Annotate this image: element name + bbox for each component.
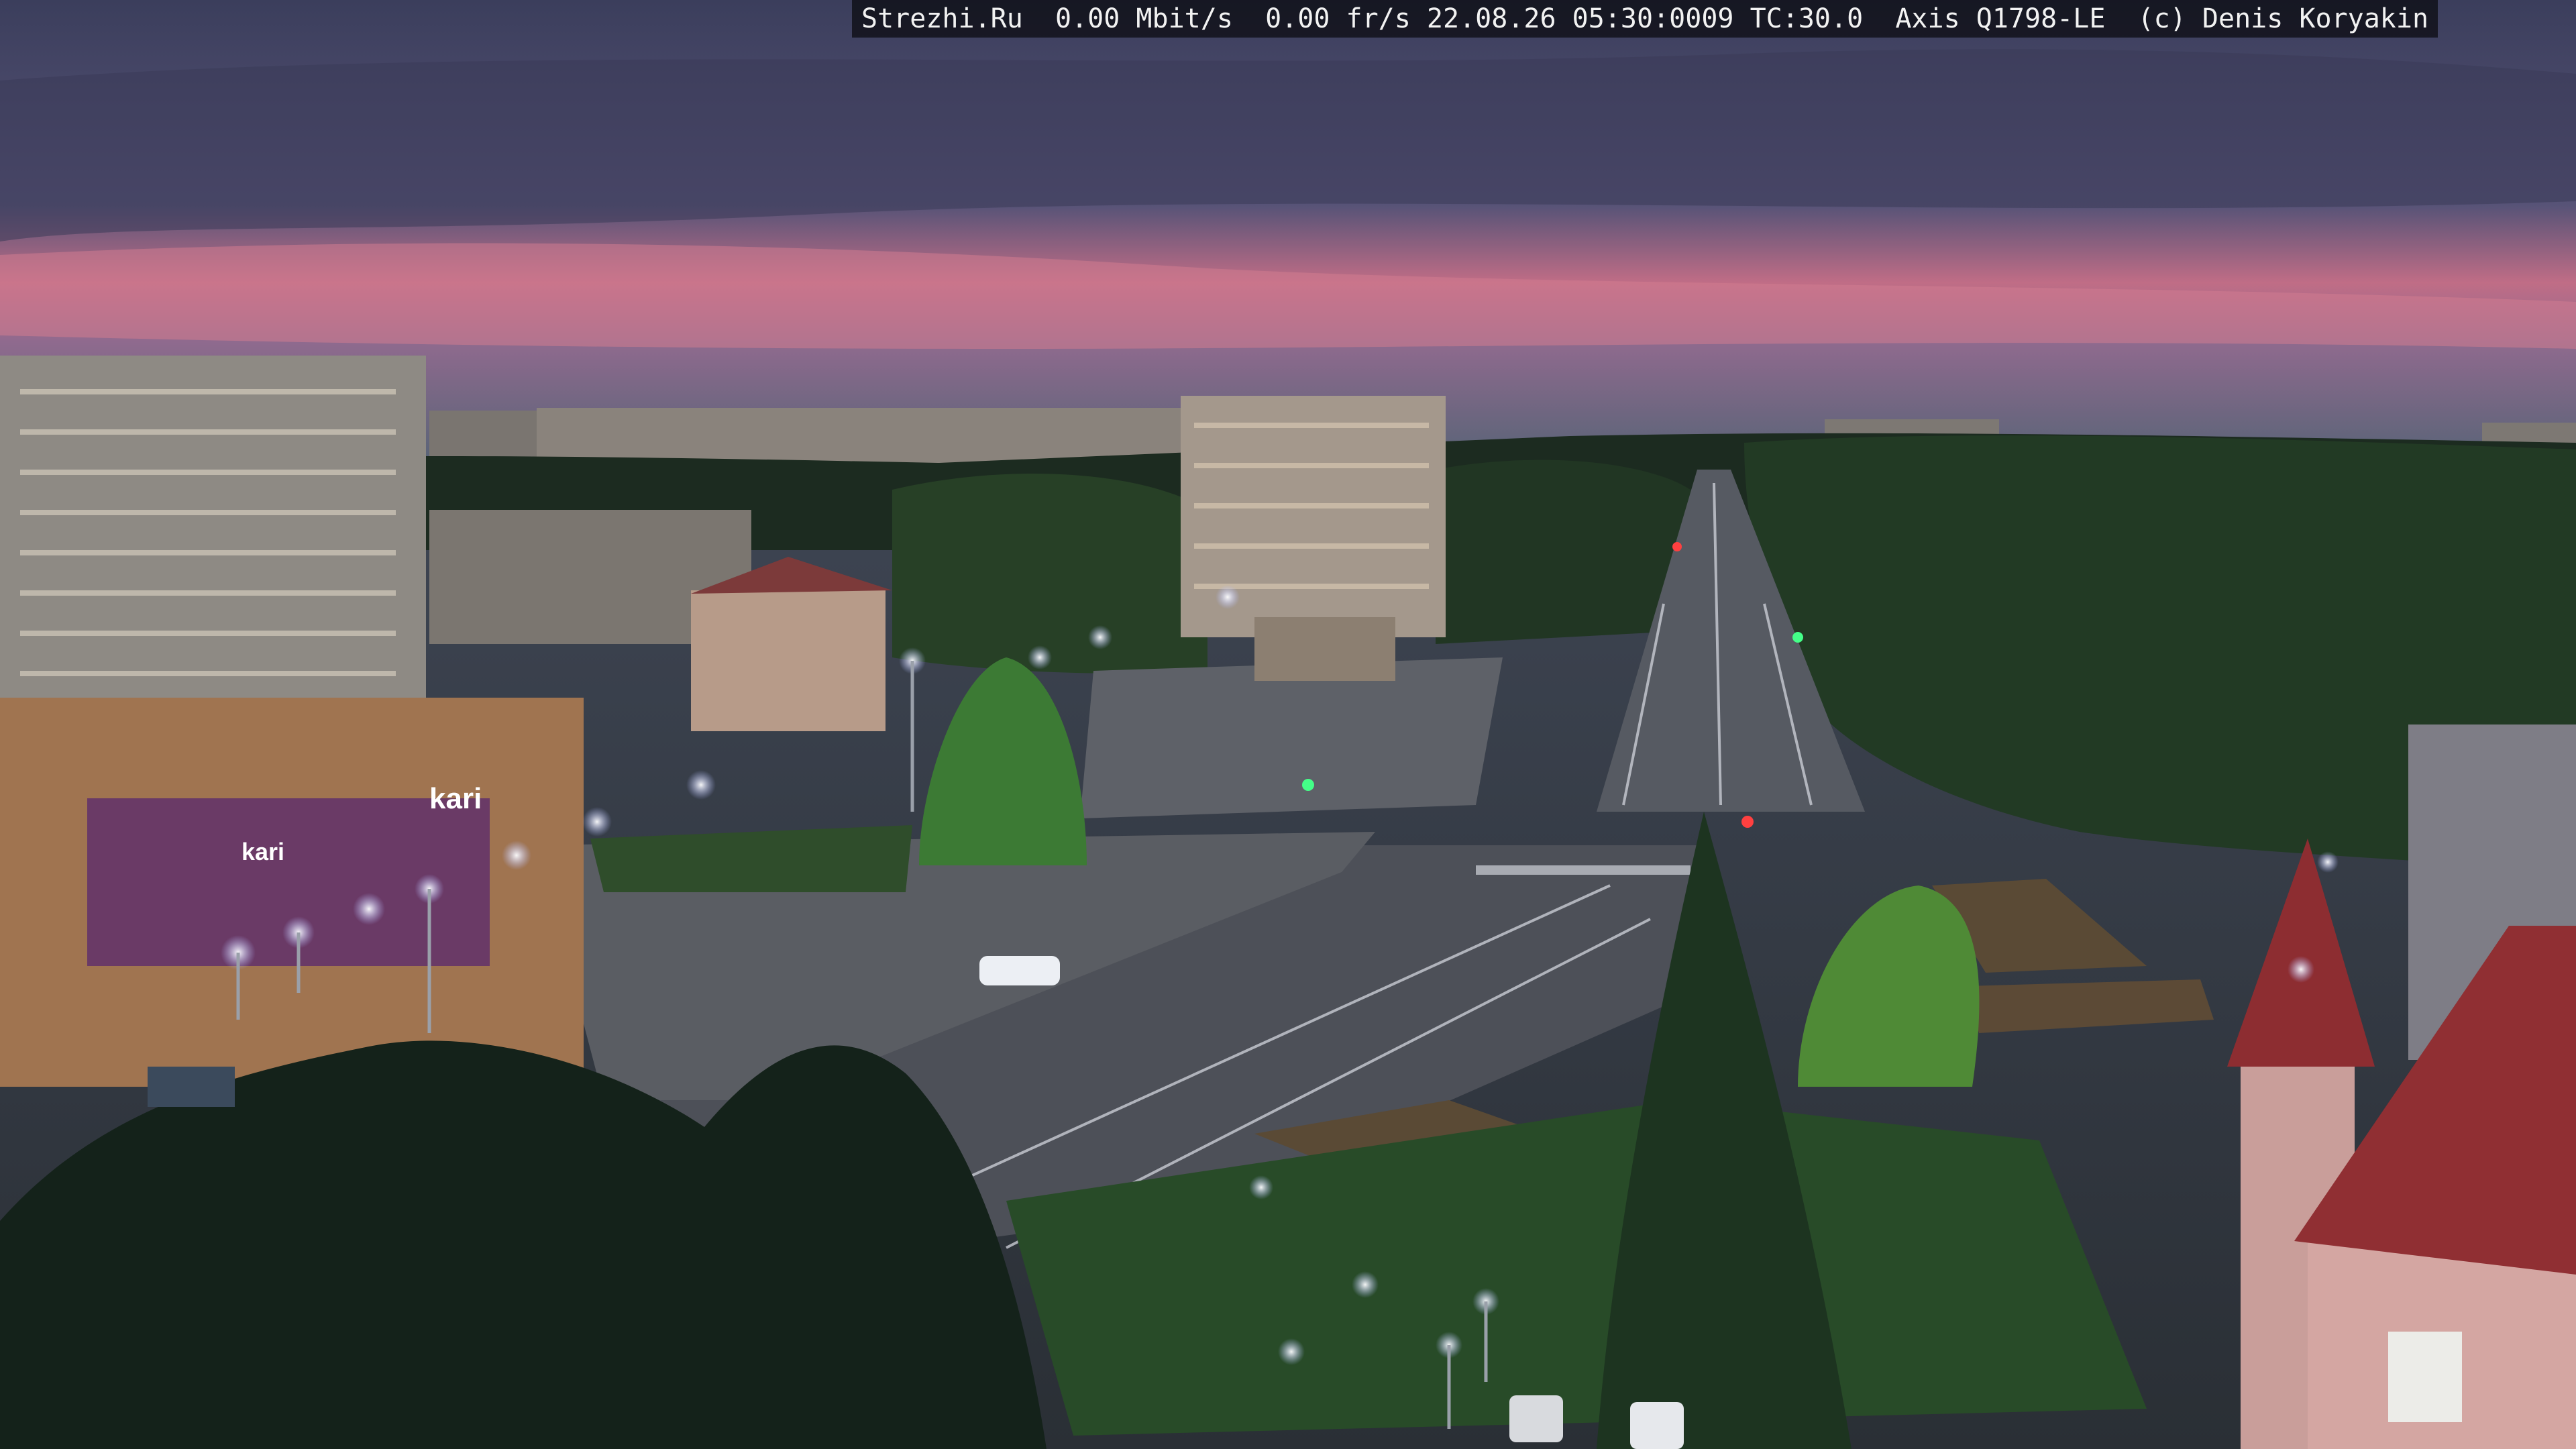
overlay-tc: TC:30.0 [1750, 3, 1864, 34]
truck [148, 1067, 235, 1107]
red-roof-house [691, 590, 885, 731]
overlay-copyright: (c) Denis Koryakin [2137, 3, 2429, 34]
camera-info-overlay: Strezhi.Ru 0.00 Mbit/s 0.00 fr/s 22.08.2… [852, 0, 2438, 38]
mid-trees [1436, 460, 1690, 644]
city-scene: kari kari [0, 0, 2576, 1449]
crosswalk [1476, 865, 1690, 875]
square [1080, 657, 1503, 818]
traffic-light-red-1 [1741, 816, 1754, 828]
low-pavilion [1254, 617, 1395, 681]
white-car [979, 956, 1060, 985]
tower-window [2388, 1332, 2462, 1422]
overlay-framerate: 0.00 fr/s [1265, 3, 1411, 34]
traffic-light-green-1 [1302, 779, 1314, 791]
overlay-site: Strezhi.Ru [861, 3, 1023, 34]
store-sign-small: kari [241, 838, 284, 865]
parked-car-1 [1509, 1395, 1563, 1442]
distant-block-1 [429, 411, 537, 458]
overlay-camera: Axis Q1798-LE [1895, 3, 2106, 34]
parked-car-2 [1630, 1402, 1684, 1449]
overlay-bitrate: 0.00 Mbit/s [1055, 3, 1233, 34]
store-sign: kari [429, 782, 482, 815]
traffic-light-red-2 [1672, 542, 1682, 551]
webcam-frame: kari kari Strezhi.Ru 0.00 Mbit/s 0.00 fr… [0, 0, 2576, 1449]
overlay-datetime: 22.08.26 05:30:0009 [1426, 3, 1734, 34]
traffic-light-green-2 [1792, 632, 1803, 643]
center-trees [892, 474, 1208, 674]
